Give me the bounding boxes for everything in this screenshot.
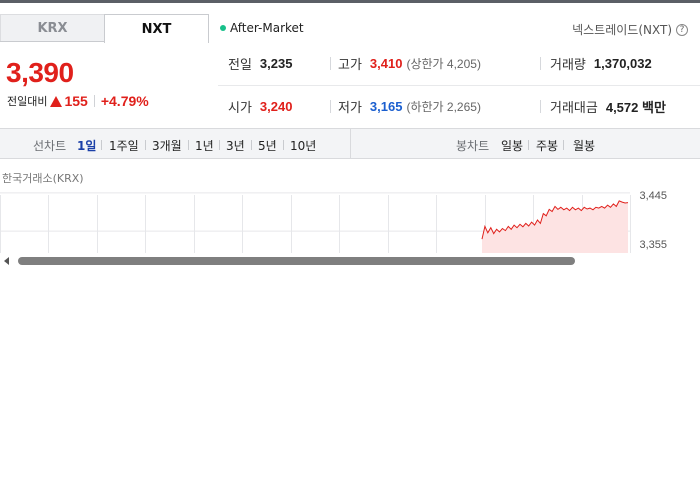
price-change-row: 전일대비 155 +4.79% xyxy=(7,93,149,109)
y-tick-label-high: 3,445 xyxy=(639,190,667,202)
toolbar-separator xyxy=(563,140,564,150)
stat-value: 4,572 백만 xyxy=(605,100,666,115)
stat-divider xyxy=(330,57,331,70)
change-percent: +4.79% xyxy=(100,93,149,109)
toolbar-separator xyxy=(101,140,102,150)
stats-row-divider xyxy=(218,85,700,86)
stat-divider xyxy=(330,100,331,113)
stat-divider xyxy=(540,100,541,113)
toolbar-separator xyxy=(145,140,146,150)
nextrade-info-link[interactable]: 넥스트레이드(NXT) ? xyxy=(572,21,688,38)
stat-label: 시가 xyxy=(228,101,252,116)
toolbar-separator xyxy=(219,140,220,150)
stat-amount: 거래대금 4,572 백만 xyxy=(550,97,666,116)
stat-divider xyxy=(540,57,541,70)
stat-value: 3,240 xyxy=(259,99,293,114)
stat-prev-close: 전일 3,235 xyxy=(228,54,292,73)
tab-baseline xyxy=(0,41,104,42)
candle-weekly-button[interactable]: 주봉 xyxy=(536,137,558,154)
price-chart: 3,445 3,355 xyxy=(0,186,700,254)
candle-chart-label: 봉차트 xyxy=(456,139,490,153)
line-chart-label: 선차트 xyxy=(33,139,67,153)
change-amount: 155 xyxy=(64,93,88,109)
price-chart-svg xyxy=(0,192,631,254)
help-icon[interactable]: ? xyxy=(676,23,688,36)
period-1y-button[interactable]: 1년 xyxy=(195,137,214,154)
stat-value: 3,410 xyxy=(369,56,403,71)
candle-daily-button[interactable]: 일봉 xyxy=(501,137,523,154)
stat-value: 3,235 xyxy=(259,56,293,71)
period-1w-button[interactable]: 1주일 xyxy=(109,137,139,154)
session-dot-icon xyxy=(220,25,226,31)
chart-scrollbar[interactable] xyxy=(0,253,700,269)
chart-toolbar: 선차트 1일 1주일 3개월 1년 3년 5년 10년 봉차트 일봉 주봉 월봉 xyxy=(0,128,700,159)
stat-label: 거래대금 xyxy=(550,101,598,116)
stat-value: 1,370,032 xyxy=(593,56,652,71)
period-10y-button[interactable]: 10년 xyxy=(290,137,316,154)
stat-volume: 거래량 1,370,032 xyxy=(550,54,652,73)
session-status: After-Market xyxy=(220,21,304,35)
stat-label: 거래량 xyxy=(550,58,586,73)
tab-nxt[interactable]: NXT xyxy=(104,14,209,43)
toolbar-separator xyxy=(283,140,284,150)
chart-exchange-caption: 한국거래소(KRX) xyxy=(2,172,84,185)
period-3y-button[interactable]: 3년 xyxy=(226,137,245,154)
triangle-up-icon xyxy=(50,95,63,107)
nextrade-label: 넥스트레이드(NXT) xyxy=(572,23,672,37)
stat-value: 3,165 xyxy=(369,99,403,114)
period-5y-button[interactable]: 5년 xyxy=(258,137,277,154)
period-1d-button[interactable]: 1일 xyxy=(77,137,96,154)
stat-label: 전일 xyxy=(228,58,252,73)
current-price: 3,390 xyxy=(6,57,74,88)
top-border xyxy=(0,0,700,3)
stat-sub: (하한가 2,265) xyxy=(406,100,481,114)
change-label: 전일대비 xyxy=(7,95,48,108)
toolbar-separator xyxy=(251,140,252,150)
y-tick-label-low: 3,355 xyxy=(639,239,667,251)
stat-high: 고가 3,410 (상한가 4,205) xyxy=(338,54,481,73)
tab-krx[interactable]: KRX xyxy=(0,14,104,42)
toolbar-divider xyxy=(350,129,351,159)
toolbar-separator xyxy=(188,140,189,150)
stat-sub: (상한가 4,205) xyxy=(406,57,481,71)
stat-low: 저가 3,165 (하한가 2,265) xyxy=(338,97,481,116)
price-area-fill xyxy=(482,200,628,254)
candle-monthly-button[interactable]: 월봉 xyxy=(573,137,595,154)
stat-label: 저가 xyxy=(338,101,362,116)
change-divider xyxy=(93,95,95,107)
scroll-left-arrow-icon[interactable] xyxy=(4,257,9,265)
stat-open: 시가 3,240 xyxy=(228,97,292,116)
period-3m-button[interactable]: 3개월 xyxy=(152,137,182,154)
scroll-thumb[interactable] xyxy=(18,257,575,265)
session-label: After-Market xyxy=(230,21,304,35)
toolbar-separator xyxy=(528,140,529,150)
stat-label: 고가 xyxy=(338,58,362,73)
